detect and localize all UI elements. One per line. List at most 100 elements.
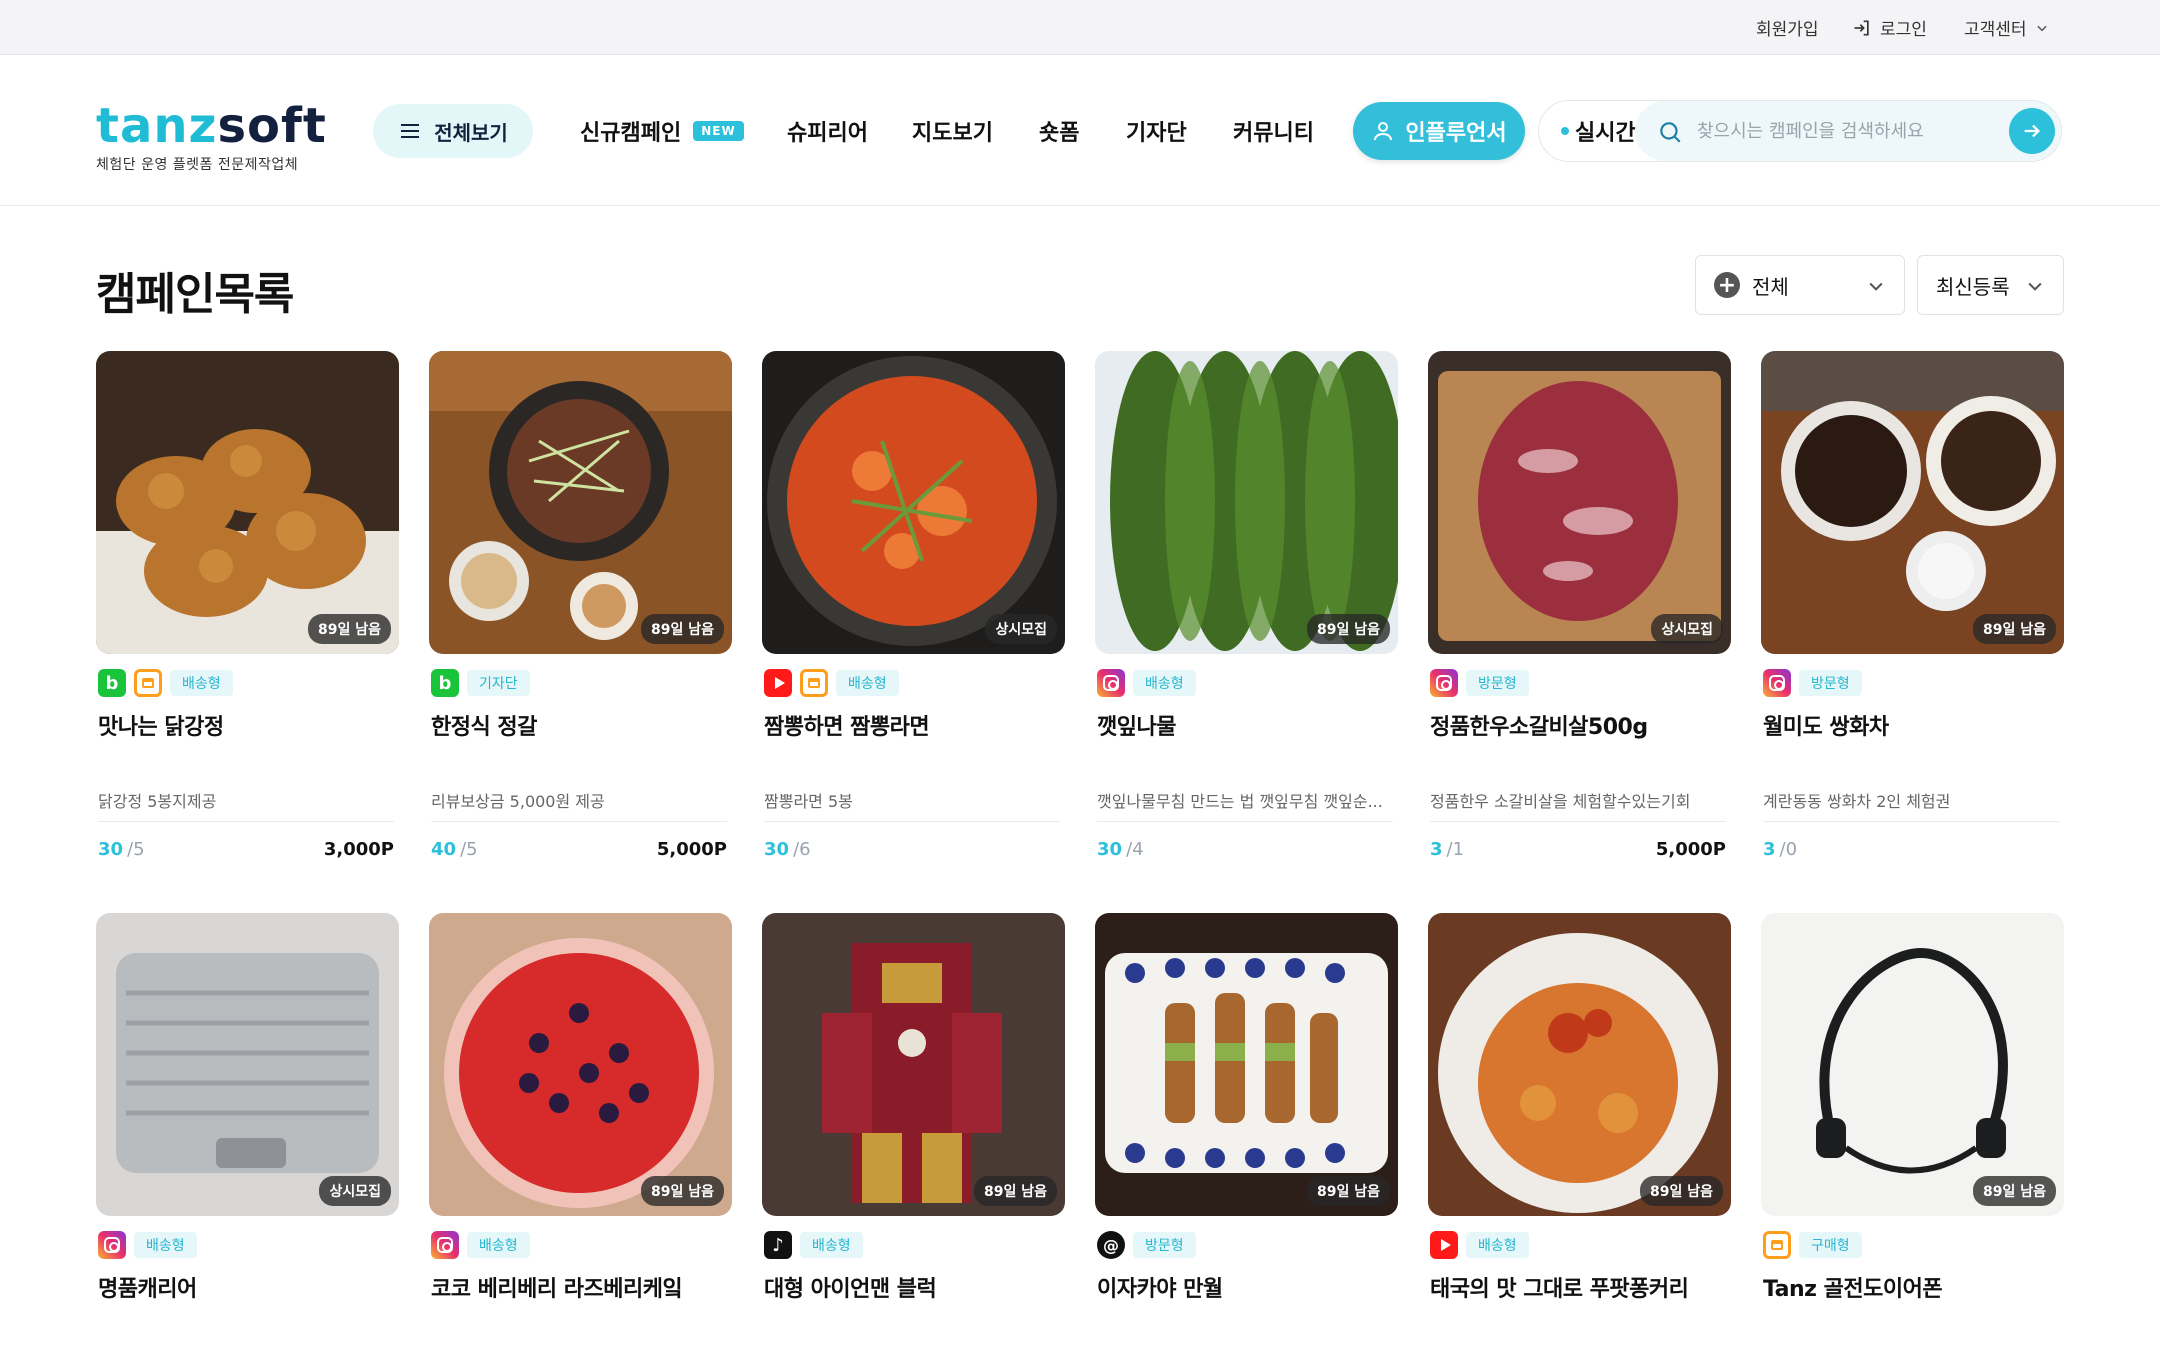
arrow-right-icon [2024, 124, 2041, 138]
store-icon [134, 669, 162, 697]
campaign-title[interactable]: 맛나는 닭강정 [98, 709, 398, 741]
support-dropdown[interactable]: 고객센터 [1964, 0, 2049, 55]
search-input[interactable] [1697, 113, 1987, 149]
live-label: 실시간 [1575, 121, 1636, 146]
nav-label: 지도보기 [912, 121, 993, 146]
user-icon [1374, 122, 1393, 141]
campaign-card[interactable]: 89일 남음 ♪ 배송형 대형 아이언맨 블럭 [762, 913, 1065, 1302]
campaign-thumbnail[interactable]: 89일 남음 [1761, 351, 2064, 654]
nav-label: 슈피리어 [787, 121, 868, 146]
nav-superior[interactable]: 슈피리어 [787, 104, 868, 158]
campaign-title[interactable]: 명품캐리어 [98, 1271, 398, 1303]
nav-label: 커뮤니티 [1233, 121, 1314, 146]
divider [1763, 821, 2059, 822]
campaign-card[interactable]: 상시모집 방문형 정품한우소갈비살500g 정품한우 소갈비살을 체험할수있는기회 3/… [1428, 351, 1731, 871]
campaign-card[interactable]: 89일 남음 @ 방문형 이자카야 만월 [1095, 913, 1398, 1302]
campaign-image [1761, 351, 2064, 654]
divider [98, 821, 394, 822]
campaign-thumbnail[interactable]: 89일 남음 [96, 351, 399, 654]
divider [1097, 821, 1393, 822]
campaign-thumbnail[interactable]: 89일 남음 [1095, 351, 1398, 654]
logo-tagline: 체험단 운영 플렛폼 전문제작업체 [96, 157, 299, 173]
campaign-thumbnail[interactable]: 89일 남음 [1095, 913, 1398, 1216]
status-badge: 상시모집 [1651, 614, 1723, 644]
campaign-title[interactable]: 대형 아이언맨 블럭 [764, 1271, 1064, 1303]
campaign-card[interactable]: 상시모집 배송형 명품캐리어 [96, 913, 399, 1302]
campaign-image [1761, 913, 2064, 1216]
channel-chips: 구매형 [1763, 1229, 1862, 1261]
chevron-down-icon [1869, 282, 1883, 291]
channel-chips: b 배송형 [98, 667, 233, 699]
reward-points: 5,000P [1655, 839, 1726, 860]
influencer-button[interactable]: 인플루언서 [1353, 102, 1525, 160]
campaign-image [1428, 351, 1731, 654]
store-icon [800, 669, 828, 697]
campaign-title[interactable]: 짬뽕하면 짬뽕라면 [764, 709, 1064, 741]
recruit-capacity: /4 [1126, 839, 1144, 860]
campaign-title[interactable]: 코코 베리베리 라즈베리케잌 [431, 1271, 731, 1303]
campaign-stats: 30/5 3,000P [98, 839, 394, 863]
campaign-thumbnail[interactable]: 상시모집 [1428, 351, 1731, 654]
nav-map[interactable]: 지도보기 [912, 104, 993, 158]
nav-shortform[interactable]: 숏폼 [1039, 104, 1079, 158]
search-submit-button[interactable] [2009, 108, 2055, 154]
campaign-thumbnail[interactable]: 상시모집 [96, 913, 399, 1216]
campaign-thumbnail[interactable]: 89일 남음 [429, 351, 732, 654]
campaign-title[interactable]: 깻잎나물 [1097, 709, 1397, 741]
campaign-type-badge: 배송형 [467, 1232, 530, 1258]
campaign-thumbnail[interactable]: 89일 남음 [1428, 913, 1731, 1216]
campaign-card[interactable]: 89일 남음 b 배송형 맛나는 닭강정 닭강정 5봉지제공 30/5 3,000P [96, 351, 399, 871]
page-title: 캠페인목록 [96, 269, 294, 320]
campaign-type-badge: 배송형 [800, 1232, 863, 1258]
campaign-title[interactable]: 이자카야 만월 [1097, 1271, 1397, 1303]
campaign-stats: 40/5 5,000P [431, 839, 727, 863]
campaign-image [762, 351, 1065, 654]
logo-wordmark: tanzsoft [96, 98, 327, 154]
signup-link[interactable]: 회원가입 [1756, 0, 1819, 55]
nav-new-campaign[interactable]: 신규캠페인 NEW [580, 104, 744, 158]
status-badge: 89일 남음 [1973, 614, 2056, 644]
logo[interactable]: tanzsoft 체험단 운영 플렛폼 전문제작업체 [96, 100, 327, 174]
login-link[interactable]: 로그인 [1852, 0, 1927, 55]
status-badge: 89일 남음 [1307, 614, 1390, 644]
status-badge: 89일 남음 [974, 1176, 1057, 1206]
category-filter-select[interactable]: + 전체 [1695, 255, 1905, 315]
youtube-icon [764, 669, 792, 697]
status-badge: 89일 남음 [641, 614, 724, 644]
campaign-title[interactable]: 태국의 맛 그대로 푸팟퐁커리 [1430, 1271, 1730, 1303]
campaign-thumbnail[interactable]: 89일 남음 [1761, 913, 2064, 1216]
campaign-card[interactable]: 89일 남음 배송형 깻잎나물 깻잎나물무침 만드는 법 깻잎무침 깻잎순... 30/… [1095, 351, 1398, 871]
live-dot [1561, 127, 1569, 135]
applicant-count: 3 [1430, 839, 1443, 860]
campaign-title[interactable]: 정품한우소갈비살500g [1430, 709, 1730, 741]
nav-label: 신규캠페인 [580, 121, 682, 146]
campaign-card[interactable]: 상시모집 배송형 짬뽕하면 짬뽕라면 짬뽕라면 5봉 30/6 [762, 351, 1065, 871]
instagram-icon [1430, 669, 1458, 697]
sort-select[interactable]: 최신등록 [1917, 255, 2064, 315]
campaign-thumbnail[interactable]: 89일 남음 [762, 913, 1065, 1216]
new-badge: NEW [693, 121, 744, 141]
recruit-capacity: /5 [460, 839, 478, 860]
campaign-card[interactable]: 89일 남음배송형태국의 맛 그대로 푸팟퐁커리 [1428, 913, 1731, 1302]
channel-chips: 배송형 [1097, 667, 1196, 699]
campaign-title[interactable]: 월미도 쌍화차 [1763, 709, 2063, 741]
campaign-type-badge: 구매형 [1799, 1232, 1862, 1258]
campaign-thumbnail[interactable]: 89일 남음 [429, 913, 732, 1216]
campaign-card[interactable]: 89일 남음배송형코코 베리베리 라즈베리케잌 [429, 913, 732, 1302]
campaign-card[interactable]: 89일 남음구매형 Tanz 골전도이어폰 [1761, 913, 2064, 1302]
campaign-description: 정품한우 소갈비살을 체험할수있는기회 [1430, 792, 1691, 811]
campaign-image [762, 913, 1065, 1216]
live-ticker[interactable]: 실시간 [1561, 101, 1636, 161]
nav-reporters[interactable]: 기자단 [1126, 104, 1187, 158]
campaign-thumbnail[interactable]: 상시모집 [762, 351, 1065, 654]
nav-community[interactable]: 커뮤니티 [1233, 104, 1314, 158]
campaign-title[interactable]: Tanz 골전도이어폰 [1763, 1271, 2063, 1303]
campaign-card[interactable]: 89일 남음 b 기자단 한정식 정갈 리뷰보상금 5,000원 제공 40/5 5,000… [429, 351, 732, 871]
all-menu-button[interactable]: 전체보기 [373, 104, 533, 158]
campaign-title[interactable]: 한정식 정갈 [431, 709, 731, 741]
campaign-stats: 30/4 [1097, 839, 1393, 863]
campaign-card[interactable]: 89일 남음 방문형 월미도 쌍화차 계란동동 쌍화차 2인 체험권 3/0 [1761, 351, 2064, 871]
campaign-type-badge: 배송형 [170, 670, 233, 696]
instagram-icon [98, 1231, 126, 1259]
channel-chips: 배송형 [1430, 1229, 1529, 1261]
